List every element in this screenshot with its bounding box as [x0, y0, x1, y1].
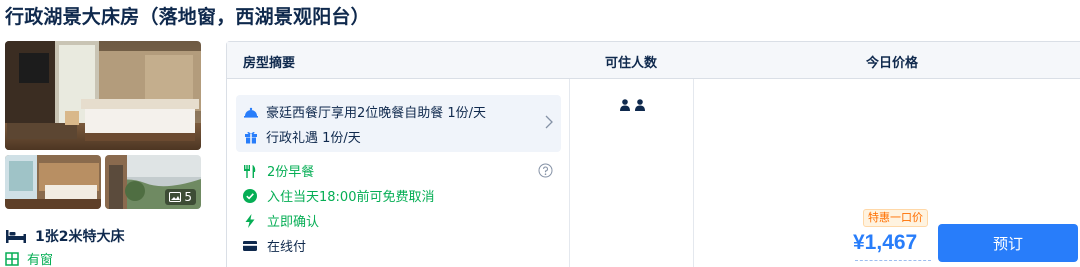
book-button[interactable]: 预订 [938, 224, 1078, 262]
feature-text: 入住当天18:00前可免费取消 [267, 190, 435, 205]
room-photo-main[interactable] [5, 41, 201, 150]
benefit-text: 豪廷西餐厅享用2位晚餐自助餐 1份/天 [266, 106, 487, 121]
rate-table-header: 房型摘要 可住人数 今日价格 [227, 42, 1080, 79]
feature-free-cancel: 入住当天18:00前可免费取消 [243, 186, 434, 205]
benefits-panel[interactable]: 豪廷西餐厅享用2位晚餐自助餐 1份/天 行政礼遇 1份/天 [236, 95, 561, 152]
photo-count-badge: 5 [165, 189, 196, 205]
person-icon [620, 99, 630, 111]
help-circle-icon[interactable] [538, 163, 553, 178]
check-circle-icon [243, 188, 257, 203]
deal-badge: 特惠一口价 [863, 209, 928, 227]
bed-icon [6, 230, 26, 243]
bed-info: 1张2米特大床 [5, 226, 124, 246]
gift-icon [245, 131, 257, 144]
bed-type: 1张2米特大床 [35, 229, 125, 245]
feature-text: 2份早餐 [267, 165, 315, 180]
card-icon [243, 240, 257, 251]
dining-bell-icon [244, 107, 258, 118]
room-title: 行政湖景大床房（落地窗，西湖景观阳台） [5, 6, 370, 28]
image-icon [169, 192, 182, 202]
column-divider [569, 79, 570, 267]
header-summary: 房型摘要 [243, 56, 296, 71]
benefit-item: 行政礼遇 1份/天 [244, 127, 361, 146]
feature-text: 在线付 [267, 240, 307, 255]
price: ¥1,467 [853, 231, 918, 254]
max-guests [619, 99, 646, 111]
window-icon [5, 251, 19, 266]
chevron-right-icon[interactable] [545, 115, 553, 129]
window-info: 有窗 [5, 249, 53, 267]
room-photo-thumb-2[interactable]: 5 [105, 155, 201, 209]
column-divider [693, 79, 694, 267]
room-photo-image [5, 41, 201, 150]
room-photo-thumb-1-image [5, 155, 101, 209]
person-icon [635, 99, 645, 111]
room-photo-thumb-1[interactable] [5, 155, 101, 209]
price-underline [855, 260, 931, 261]
benefit-text: 行政礼遇 1份/天 [266, 131, 361, 146]
feature-breakfast: 2份早餐 [243, 161, 314, 180]
header-occupancy: 可住人数 [605, 56, 658, 71]
photo-count-text: 5 [184, 190, 192, 204]
feature-online-pay: 在线付 [243, 236, 306, 255]
window-text: 有窗 [27, 253, 54, 267]
header-price: 今日价格 [866, 56, 919, 71]
feature-instant-confirm: 立即确认 [243, 211, 319, 230]
utensils-icon [244, 164, 256, 178]
rate-table: 房型摘要 可住人数 今日价格 豪廷西餐厅享用2位晚餐自助餐 1份/天 行政礼遇 … [226, 41, 1080, 267]
benefit-item: 豪廷西餐厅享用2位晚餐自助餐 1份/天 [244, 102, 486, 121]
feature-text: 立即确认 [267, 215, 320, 230]
lightning-icon [245, 213, 255, 228]
